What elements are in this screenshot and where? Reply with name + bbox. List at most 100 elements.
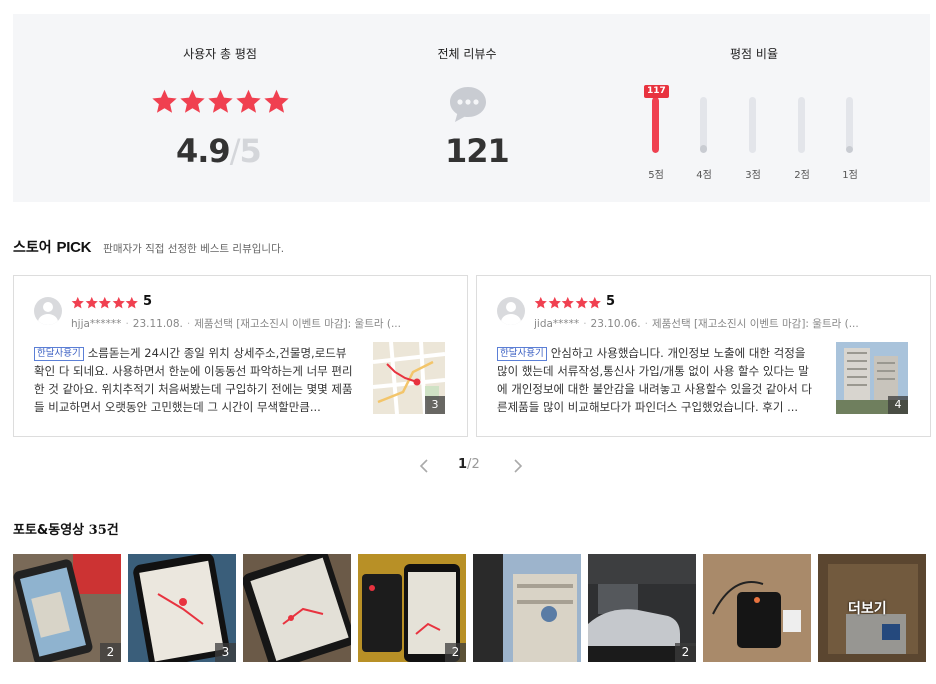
- meta-separator: ·: [583, 318, 587, 330]
- rating-bar-fill: [652, 97, 659, 153]
- review-option: 제품선택 [재고소진시 이벤트 마감]: 울트라 (...: [194, 318, 401, 330]
- rating-bar-label: 1점: [842, 170, 858, 181]
- score-separator: /: [229, 132, 241, 170]
- more-photos-label: 더보기: [848, 601, 887, 617]
- average-score: 4.9/5: [176, 132, 262, 170]
- review-card[interactable]: 5 jida***** · 23.10.06. · 제품선택 [재고소진시 이벤트 마감…: [476, 275, 931, 437]
- rating-bar-track: [846, 97, 853, 153]
- photo-count-badge: 2: [445, 643, 466, 662]
- tracker-device-photo[interactable]: [703, 554, 811, 662]
- star-icon: [575, 296, 588, 309]
- map-route-photo[interactable]: 3: [128, 554, 236, 662]
- review-tag: 한달사용기: [497, 347, 547, 361]
- star-icon: [561, 296, 574, 309]
- total-reviews-title: 전체 리뷰수: [437, 47, 497, 61]
- review-date: 23.10.06.: [590, 318, 641, 330]
- rating-bar-4: 4점: [689, 84, 719, 184]
- star-icon: [548, 296, 561, 309]
- rating-bar-label: 2점: [794, 170, 810, 181]
- photo-count-badge: 2: [675, 643, 696, 662]
- phone-route-photo[interactable]: [243, 554, 351, 662]
- pagination: 1/2: [413, 455, 528, 477]
- rating-bar-3: 3점: [738, 84, 768, 184]
- star-icon: [588, 296, 601, 309]
- building-photo-image: [473, 554, 581, 662]
- rating-bar-fill: [846, 146, 853, 153]
- phone-route-photo-image: [243, 554, 351, 662]
- review-card[interactable]: 5 hjja****** · 23.11.08. · 제품선택 [재고소진시 이벤트 마…: [13, 275, 468, 437]
- store-pick-title: 스토어 PICK: [13, 237, 91, 257]
- photo-count-badge: 4: [888, 396, 908, 414]
- star-icon: [180, 89, 205, 113]
- rating-count-badge: 117: [644, 85, 669, 98]
- meta-separator: ·: [125, 318, 129, 330]
- map-thumbnail[interactable]: 3: [373, 342, 445, 414]
- parking-car-photo[interactable]: 2: [588, 554, 696, 662]
- star-icon: [71, 296, 84, 309]
- star-icon: [112, 296, 125, 309]
- review-text: 한달사용기 안심하고 사용했습니다. 개인정보 노출에 대한 걱정을 많이 했는데…: [497, 344, 817, 416]
- rating-bar-label: 3점: [745, 170, 761, 181]
- store-pick-title-pick: PICK: [56, 239, 92, 256]
- store-pick-title-prefix: 스토어: [13, 240, 52, 256]
- review-date: 23.11.08.: [132, 318, 183, 330]
- review-meta: jida***** · 23.10.06. · 제품선택 [재고소진시 이벤트 마감]:…: [534, 316, 914, 331]
- photo-video-count: 35건: [88, 523, 119, 538]
- review-stars: [71, 296, 139, 310]
- review-tag: 한달사용기: [34, 347, 84, 361]
- photo-strip: 2 3 2 2 더보기: [13, 554, 926, 662]
- star-icon: [85, 296, 98, 309]
- rating-bar-2: 2점: [787, 84, 817, 184]
- star-icon: [125, 296, 138, 309]
- store-pick-header: 스토어 PICK 판매자가 직접 선정한 베스트 리뷰입니다.: [13, 237, 284, 257]
- star-icon: [534, 296, 547, 309]
- star-icon: [208, 89, 233, 113]
- total-pages: 2: [471, 457, 480, 472]
- avatar: [34, 297, 62, 325]
- rating-bar-fill: [700, 145, 707, 153]
- rating-bar-track: [749, 97, 756, 153]
- review-text: 한달사용기 소름돋는게 24시간 종일 위치 상세주소,건물명,로드뷰 확인 다 …: [34, 344, 354, 416]
- rating-bar-5: 117 5점: [641, 84, 671, 184]
- page-indicator: 1/2: [458, 457, 480, 472]
- tracker-device-photo-image: [703, 554, 811, 662]
- review-option: 제품선택 [재고소진시 이벤트 마감]: 울트라 (...: [651, 318, 859, 330]
- building-photo[interactable]: [473, 554, 581, 662]
- box-photo[interactable]: 더보기: [818, 554, 926, 662]
- rating-bar-track: [700, 97, 707, 153]
- building-thumbnail[interactable]: 4: [836, 342, 908, 414]
- rating-bar-label: 4점: [696, 170, 712, 181]
- average-rating-stars: [151, 88, 291, 115]
- rating-bar-track: [798, 97, 805, 153]
- store-pick-description: 판매자가 직접 선정한 베스트 리뷰입니다.: [103, 243, 285, 255]
- phone-map-photo[interactable]: 2: [13, 554, 121, 662]
- speech-bubble-icon: [450, 87, 486, 122]
- meta-separator: ·: [644, 318, 648, 330]
- review-user: hjja******: [71, 318, 122, 330]
- rating-summary-panel: 사용자 총 평점 4.9/5 전체 리뷰수 121 평점 비율 117 5점 4점 3…: [13, 14, 930, 202]
- chevron-left-icon[interactable]: [417, 458, 431, 474]
- photo-count-badge: 3: [425, 396, 445, 414]
- device-phone-photo[interactable]: 2: [358, 554, 466, 662]
- rating-bar-1: 1점: [835, 84, 865, 184]
- star-icon: [236, 89, 261, 113]
- average-score-value: 4.9: [176, 132, 231, 170]
- current-page: 1: [458, 457, 468, 472]
- review-user: jida*****: [534, 318, 580, 330]
- average-rating-title: 사용자 총 평점: [183, 47, 257, 61]
- rating-ratio-title: 평점 비율: [730, 47, 778, 61]
- meta-separator: ·: [186, 318, 191, 330]
- photo-video-header: 포토&동영상 35건: [13, 519, 119, 538]
- rating-bar-track: [652, 97, 659, 153]
- avatar: [497, 297, 525, 325]
- rating-bar-label: 5점: [648, 170, 664, 181]
- review-meta: hjja****** · 23.11.08. · 제품선택 [재고소진시 이벤트 마감]…: [71, 316, 451, 331]
- review-rating: 5: [143, 294, 153, 309]
- chevron-right-icon[interactable]: [511, 458, 525, 474]
- star-icon: [152, 89, 177, 113]
- review-rating: 5: [606, 294, 616, 309]
- photo-count-badge: 2: [100, 643, 121, 662]
- star-icon: [98, 296, 111, 309]
- photo-count-badge: 3: [215, 643, 236, 662]
- review-stars: [534, 296, 602, 310]
